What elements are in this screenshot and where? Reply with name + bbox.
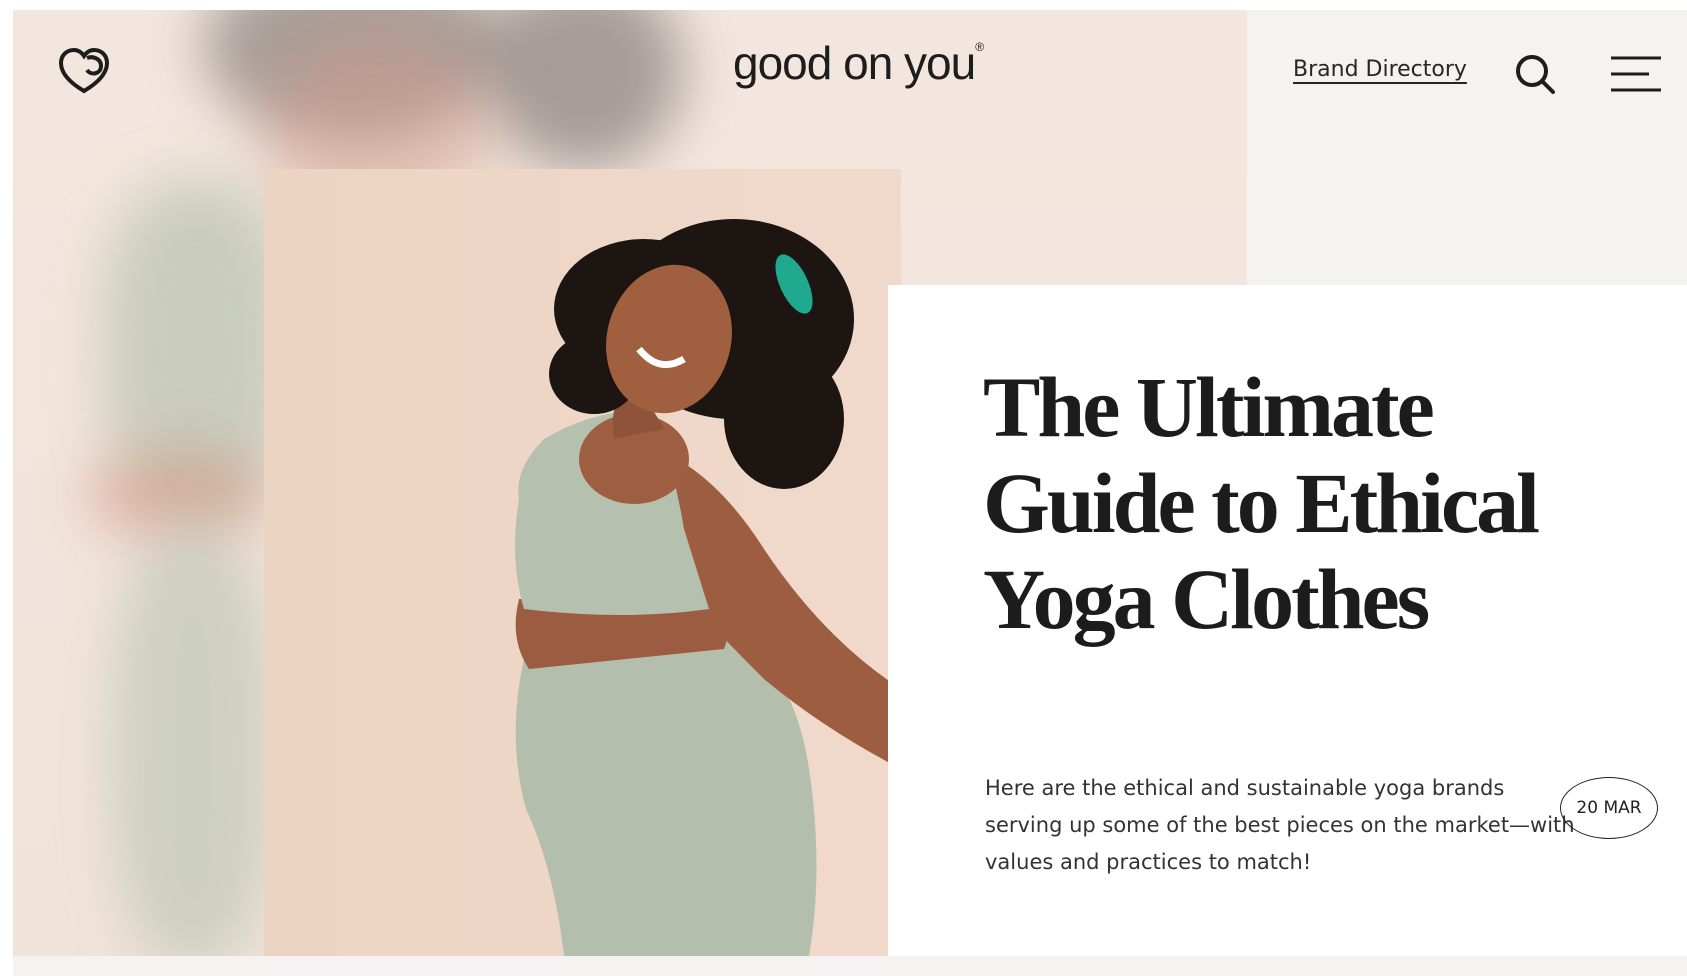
search-icon (1516, 55, 1555, 94)
article-card[interactable]: The Ultimate Guide to Ethical Yoga Cloth… (888, 285, 1687, 956)
brand-wordmark[interactable]: good on you® (733, 36, 1005, 90)
hero-photo (264, 169, 901, 956)
heart-logo-icon[interactable] (57, 46, 111, 96)
search-button[interactable] (1513, 52, 1559, 98)
article-title[interactable]: The Ultimate Guide to Ethical Yoga Cloth… (983, 359, 1603, 647)
article-excerpt: Here are the ethical and sustainable yog… (985, 776, 1575, 874)
header-panel (1247, 10, 1687, 285)
brand-directory-link[interactable]: Brand Directory (1293, 57, 1467, 82)
date-badge: 20 MAR (1560, 777, 1658, 839)
brand-name: good on you (733, 37, 976, 89)
registered-mark: ® (975, 40, 984, 54)
hero-frame: good on you® Brand Directory The Ultimat… (13, 10, 1687, 956)
hamburger-menu-icon (1611, 56, 1661, 92)
bottom-strip (13, 956, 1687, 976)
menu-button[interactable] (1609, 54, 1663, 94)
